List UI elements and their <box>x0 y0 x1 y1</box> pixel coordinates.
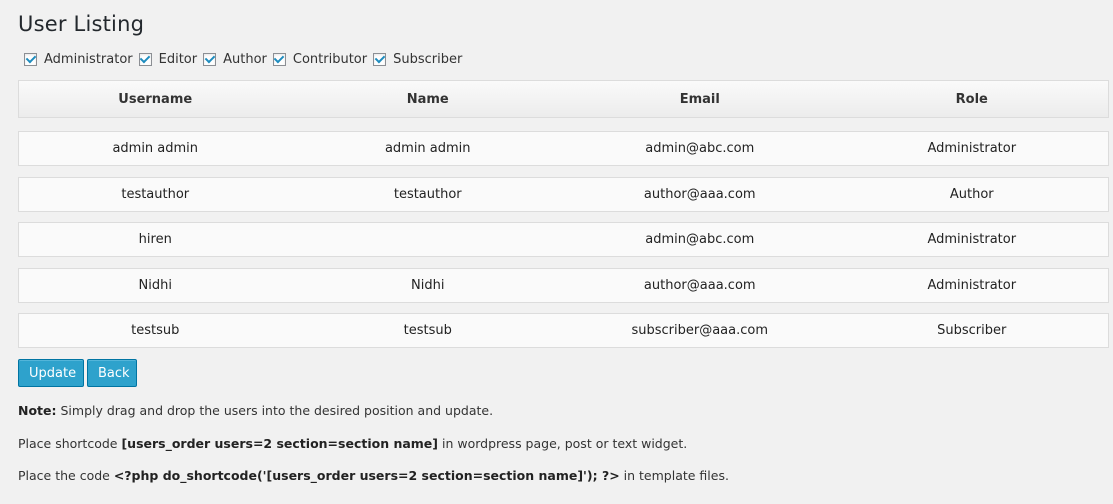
role-filters: Administrator Editor Author Contributor … <box>24 52 468 67</box>
filter-contributor[interactable]: Contributor <box>272 52 368 67</box>
cell-role: Administrator <box>927 278 1017 293</box>
drag-drop-note: Note: Simply drag and drop the users int… <box>18 403 493 418</box>
filter-label: Subscriber <box>393 52 463 67</box>
header-role: Role <box>955 91 988 107</box>
cell-username: hiren <box>138 232 172 247</box>
table-row[interactable]: testsub testsub subscriber@aaa.com Subsc… <box>18 313 1109 348</box>
cell-role: Administrator <box>927 141 1017 156</box>
table-header: Username Name Email Role <box>18 80 1109 118</box>
filter-subscriber[interactable]: Subscriber <box>373 52 462 67</box>
page-title: User Listing <box>18 12 145 36</box>
cell-username: testsub <box>131 323 180 338</box>
update-button[interactable]: Update <box>18 359 84 387</box>
note-label: Note: <box>18 403 57 418</box>
checkmark-icon <box>374 52 385 64</box>
table-row[interactable]: testauthor testauthor author@aaa.com Aut… <box>18 177 1109 212</box>
checkbox-administrator[interactable] <box>24 52 37 66</box>
cell-username: Nidhi <box>138 278 172 293</box>
filter-label: Administrator <box>44 52 133 67</box>
shortcode-prefix: Place shortcode <box>18 436 122 451</box>
php-prefix: Place the code <box>18 468 114 483</box>
header-email: Email <box>679 91 720 107</box>
filter-author[interactable]: Author <box>203 52 267 67</box>
filter-editor[interactable]: Editor <box>138 52 198 67</box>
filter-label: Author <box>223 52 267 67</box>
user-table: Username Name Email Role admin admin adm… <box>18 80 1109 348</box>
checkmark-icon <box>204 52 215 64</box>
header-name: Name <box>406 91 449 107</box>
cell-email: admin@abc.com <box>645 141 755 156</box>
cell-username: testauthor <box>121 187 190 202</box>
back-button[interactable]: Back <box>87 359 137 387</box>
checkbox-author[interactable] <box>203 52 217 66</box>
shortcode-suffix: in wordpress page, post or text widget. <box>438 436 688 451</box>
checkmark-icon <box>25 52 36 64</box>
cell-username: admin admin <box>112 141 199 156</box>
cell-name: testauthor <box>393 187 462 202</box>
php-code-note: Place the code <?php do_shortcode('[user… <box>18 468 729 483</box>
cell-role: Subscriber <box>937 323 1007 338</box>
cell-role: Administrator <box>927 232 1017 247</box>
table-row[interactable]: admin admin admin admin admin@abc.com Ad… <box>18 131 1109 166</box>
cell-email: subscriber@aaa.com <box>631 323 769 338</box>
filter-label: Editor <box>158 52 198 67</box>
cell-role: Author <box>949 187 994 202</box>
cell-name: testsub <box>403 323 452 338</box>
checkbox-editor[interactable] <box>138 52 152 66</box>
cell-name: Nidhi <box>411 278 445 293</box>
note-text: Simply drag and drop the users into the … <box>56 403 494 418</box>
table-row[interactable]: Nidhi Nidhi author@aaa.com Administrator <box>18 268 1109 303</box>
filter-administrator[interactable]: Administrator <box>24 52 133 67</box>
php-suffix: in template files. <box>619 468 729 483</box>
checkmark-icon <box>274 52 285 64</box>
cell-name: admin admin <box>384 141 471 156</box>
shortcode-code: [users_order users=2 section=section nam… <box>121 436 438 451</box>
checkbox-subscriber[interactable] <box>373 52 387 66</box>
checkbox-contributor[interactable] <box>272 52 286 66</box>
checkmark-icon <box>139 52 151 64</box>
php-code: <?php do_shortcode('[users_order users=2… <box>113 468 620 483</box>
cell-email: author@aaa.com <box>643 187 756 202</box>
table-row[interactable]: hiren admin@abc.com Administrator <box>18 222 1109 257</box>
filter-label: Contributor <box>292 52 368 67</box>
header-username: Username <box>118 91 193 107</box>
shortcode-note: Place shortcode [users_order users=2 sec… <box>18 436 687 451</box>
cell-email: author@aaa.com <box>643 278 756 293</box>
cell-email: admin@abc.com <box>645 232 755 247</box>
